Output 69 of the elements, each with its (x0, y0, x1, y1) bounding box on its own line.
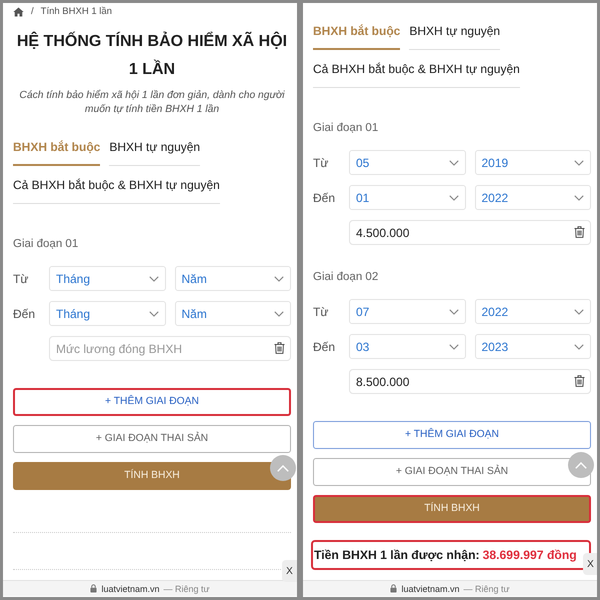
result-amount: 38.699.997 đồng (482, 546, 577, 564)
period-label: Giai đoạn 02 (313, 270, 380, 285)
row-label: Đến (13, 306, 36, 322)
maternity-period-button[interactable]: + GIAI ĐOẠN THAI SẢN (13, 425, 291, 453)
month-select[interactable]: Tháng (49, 266, 166, 291)
row-label: Từ (13, 270, 30, 286)
year-select[interactable]: 2019 (474, 150, 591, 175)
lock-icon (90, 584, 98, 593)
chevron-down-icon (574, 194, 584, 200)
chevron-down-icon (448, 308, 458, 314)
chevron-down-icon (574, 344, 584, 350)
result-label: Tiền BHXH 1 lần được nhận: (314, 546, 480, 564)
tab[interactable]: BHXH tự nguyện (109, 139, 200, 166)
salary-field[interactable]: 8.500.000 (349, 369, 591, 394)
row-label: Từ (313, 154, 330, 170)
breadcrumb-separator: / (31, 5, 34, 19)
breadcrumb-link[interactable]: Tính BHXH 1 lần (40, 5, 112, 19)
chevron-down-icon (274, 310, 284, 316)
tab[interactable]: BHXH bắt buộc (313, 23, 400, 50)
year-select[interactable]: 2023 (474, 334, 591, 359)
trash-icon[interactable] (574, 375, 585, 387)
period-label: Giai đoạn 01 (313, 121, 380, 136)
lock-icon (390, 584, 398, 593)
add-period-button[interactable]: + THÊM GIAI ĐOẠN (13, 388, 291, 416)
chevron-down-icon (148, 276, 158, 282)
year-select[interactable]: Năm (174, 301, 291, 326)
chevron-up-icon (277, 464, 289, 472)
calculate-button[interactable]: TÍNH BHXH (13, 462, 291, 490)
tab[interactable]: BHXH tự nguyện (409, 23, 500, 50)
year-select[interactable]: 2022 (474, 185, 591, 210)
row-label: Từ (313, 304, 330, 320)
privacy-label: — Riêng tư (463, 582, 510, 594)
tab[interactable]: Cả BHXH bắt buộc & BHXH tự nguyện (13, 177, 220, 204)
year-select[interactable]: 2022 (474, 299, 591, 324)
tab[interactable]: BHXH bắt buộc (13, 139, 100, 166)
maternity-period-button[interactable]: + GIAI ĐOẠN THAI SẢN (313, 458, 591, 486)
chevron-down-icon (448, 344, 458, 350)
month-select[interactable]: Tháng (49, 301, 166, 326)
page-title: HỆ THỐNG TÍNH BẢO HIỂM XÃ HỘI 1 LẦN (16, 30, 288, 80)
trash-icon[interactable] (274, 342, 285, 354)
chevron-down-icon (274, 276, 284, 282)
chevron-up-icon (575, 462, 587, 468)
period-label: Giai đoạn 01 (13, 237, 80, 252)
chevron-down-icon (448, 194, 458, 200)
calculate-button[interactable]: TÍNH BHXH (313, 495, 591, 523)
chevron-down-icon (148, 310, 158, 316)
close-ad-button[interactable]: X (583, 553, 597, 575)
trash-icon[interactable] (574, 226, 585, 238)
home-icon[interactable] (13, 7, 24, 17)
site-domain: luatvietnam.vn (401, 582, 460, 594)
year-select[interactable]: Năm (174, 266, 291, 291)
scroll-top-button[interactable] (270, 455, 296, 481)
month-select[interactable]: 07 (349, 299, 466, 324)
page-subtitle: Cách tính bảo hiểm xã hội 1 lần đơn giản, dành cho người muốn tự tính tiền BHXH 1 lần (18, 89, 286, 117)
chevron-down-icon (574, 308, 584, 314)
add-period-button[interactable]: + THÊM GIAI ĐOẠN (313, 421, 591, 449)
site-domain: luatvietnam.vn (101, 582, 160, 594)
month-select[interactable]: 01 (349, 185, 466, 210)
close-ad-button[interactable]: X (282, 560, 297, 582)
chevron-down-icon (574, 160, 584, 166)
row-label: Đến (313, 338, 336, 354)
salary-field[interactable]: 4.500.000 (349, 220, 591, 245)
salary-field[interactable]: Mức lương đóng BHXH (49, 336, 291, 361)
month-select[interactable]: 05 (349, 150, 466, 175)
row-label: Đến (313, 190, 336, 206)
month-select[interactable]: 03 (349, 334, 466, 359)
tab[interactable]: Cả BHXH bắt buộc & BHXH tự nguyện (313, 61, 520, 88)
privacy-label: — Riêng tư (163, 582, 210, 594)
chevron-down-icon (448, 160, 458, 166)
